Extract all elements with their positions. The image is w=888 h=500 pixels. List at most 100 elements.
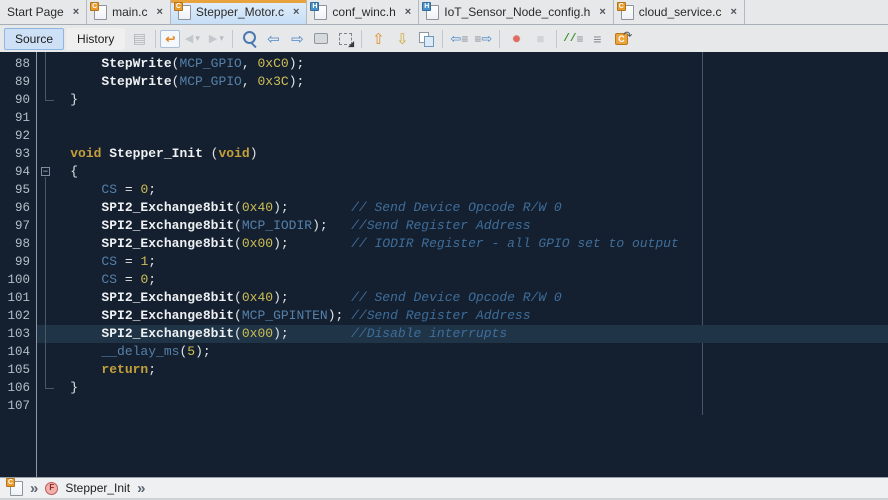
line-number[interactable]: 105 bbox=[0, 361, 36, 379]
code-line[interactable] bbox=[37, 127, 888, 145]
code-line[interactable] bbox=[37, 397, 888, 415]
code-line[interactable]: SPI2_Exchange8bit(0x00); //Disable inter… bbox=[37, 325, 888, 343]
next-bookmark-icon[interactable] bbox=[390, 28, 414, 50]
tab-start-page[interactable]: Start Page × bbox=[0, 0, 87, 24]
find-next-occurrence-icon[interactable] bbox=[285, 28, 309, 50]
c-file-icon: C bbox=[94, 5, 107, 20]
toolbar-separator bbox=[556, 30, 557, 48]
line-number[interactable]: 98 bbox=[0, 235, 36, 253]
chevron-right-icon: » bbox=[137, 481, 145, 496]
tab-cloud-service-c[interactable]: Ccloud_service.c × bbox=[614, 0, 745, 24]
line-number[interactable]: 103 bbox=[0, 325, 36, 343]
fold-corner-line-106 bbox=[45, 388, 54, 389]
start-macro-recording-icon[interactable] bbox=[504, 28, 528, 50]
line-number[interactable]: 106 bbox=[0, 379, 36, 397]
code-line[interactable]: SPI2_Exchange8bit(0x40); // Send Device … bbox=[37, 199, 888, 217]
close-icon[interactable]: × bbox=[731, 6, 737, 18]
line-number[interactable]: 94 bbox=[0, 163, 36, 181]
line-number[interactable]: 91 bbox=[0, 109, 36, 127]
code-line[interactable]: } bbox=[37, 91, 888, 109]
tab-main-c[interactable]: Cmain.c × bbox=[87, 0, 171, 24]
line-number[interactable]: 90 bbox=[0, 91, 36, 109]
file-type-badge: C bbox=[90, 2, 99, 11]
toolbar-separator bbox=[232, 30, 233, 48]
toggle-rectangular-selection-icon[interactable] bbox=[333, 28, 357, 50]
line-number[interactable]: 89 bbox=[0, 73, 36, 91]
tab-conf-winc-h[interactable]: Hconf_winc.h× bbox=[307, 0, 419, 24]
file-type-badge: C bbox=[6, 478, 15, 487]
code-line[interactable]: CS = 0; bbox=[37, 271, 888, 289]
code-area[interactable]: − StepWrite(MCP_GPIO, 0xC0); StepWrite(M… bbox=[37, 52, 888, 477]
tab-label: Stepper_Motor.c bbox=[196, 5, 284, 19]
file-type-badge: H bbox=[422, 2, 431, 11]
close-icon[interactable]: × bbox=[156, 6, 162, 18]
shift-line-right-icon[interactable] bbox=[471, 28, 495, 50]
h-file-icon: H bbox=[426, 5, 439, 20]
code-line[interactable]: SPI2_Exchange8bit(MCP_GPINTEN); //Send R… bbox=[37, 307, 888, 325]
code-line[interactable]: SPI2_Exchange8bit(0x00); // IODIR Regist… bbox=[37, 235, 888, 253]
close-icon[interactable]: × bbox=[599, 6, 605, 18]
close-icon[interactable]: × bbox=[405, 6, 411, 18]
breadcrumb-bar: C»FStepper_Init» bbox=[0, 477, 888, 500]
comment-icon[interactable] bbox=[561, 28, 585, 50]
line-number[interactable]: 104 bbox=[0, 343, 36, 361]
h-file-icon: H bbox=[314, 5, 327, 20]
line-number[interactable]: 97 bbox=[0, 217, 36, 235]
close-icon[interactable]: × bbox=[73, 6, 79, 18]
line-number[interactable]: 92 bbox=[0, 127, 36, 145]
toggle-source-header-icon[interactable] bbox=[609, 28, 633, 50]
code-line[interactable]: void Stepper_Init (void) bbox=[37, 145, 888, 163]
code-line[interactable]: SPI2_Exchange8bit(MCP_IODIR); //Send Reg… bbox=[37, 217, 888, 235]
breadcrumb-function-name[interactable]: Stepper_Init bbox=[65, 481, 130, 495]
find-selection-icon[interactable] bbox=[237, 28, 261, 50]
line-number-gutter[interactable]: 8889909192939495969798991001011021031041… bbox=[0, 52, 37, 477]
code-line[interactable]: SPI2_Exchange8bit(0x40); // Send Device … bbox=[37, 289, 888, 307]
code-line[interactable]: CS = 1; bbox=[37, 253, 888, 271]
tab-label: main.c bbox=[112, 5, 147, 19]
tab-stepper-motor-c[interactable]: C Stepper_Motor.c × bbox=[171, 0, 308, 24]
tab-iot-sensor-node-config-h[interactable]: HIoT_Sensor_Node_config.h× bbox=[419, 0, 614, 24]
code-line[interactable]: return; bbox=[37, 361, 888, 379]
tab-label: cloud_service.c bbox=[639, 5, 722, 19]
find-previous-occurrence-icon[interactable] bbox=[261, 28, 285, 50]
tab-bar: Start Page×Cmain.c×CStepper_Motor.c×Hcon… bbox=[0, 0, 888, 25]
history-view-button[interactable]: History bbox=[66, 28, 125, 50]
line-number[interactable]: 101 bbox=[0, 289, 36, 307]
toolbar-separator bbox=[499, 30, 500, 48]
line-number[interactable]: 88 bbox=[0, 55, 36, 73]
line-number[interactable]: 99 bbox=[0, 253, 36, 271]
line-number[interactable]: 93 bbox=[0, 145, 36, 163]
line-number[interactable]: 100 bbox=[0, 271, 36, 289]
source-view-button[interactable]: Source bbox=[4, 28, 64, 50]
line-number[interactable]: 102 bbox=[0, 307, 36, 325]
code-line[interactable]: { bbox=[37, 163, 888, 181]
code-line[interactable] bbox=[37, 109, 888, 127]
goto-related-icon[interactable] bbox=[414, 28, 438, 50]
clipboard-history-icon bbox=[127, 28, 151, 50]
toggle-highlight-search-icon[interactable] bbox=[309, 28, 333, 50]
code-line[interactable]: CS = 0; bbox=[37, 181, 888, 199]
code-line[interactable]: StepWrite(MCP_GPIO, 0xC0); bbox=[37, 55, 888, 73]
code-line[interactable]: StepWrite(MCP_GPIO, 0x3C); bbox=[37, 73, 888, 91]
shift-line-left-icon[interactable] bbox=[447, 28, 471, 50]
code-line[interactable]: } bbox=[37, 379, 888, 397]
code-editor[interactable]: 8889909192939495969798991001011021031041… bbox=[0, 52, 888, 477]
nav-back-icon bbox=[180, 28, 204, 50]
code-line[interactable]: __delay_ms(5); bbox=[37, 343, 888, 361]
line-number[interactable]: 107 bbox=[0, 397, 36, 415]
jump-last-edit-icon[interactable] bbox=[160, 30, 180, 48]
line-number[interactable]: 95 bbox=[0, 181, 36, 199]
fold-toggle-icon[interactable]: − bbox=[41, 167, 50, 176]
close-icon[interactable]: × bbox=[293, 6, 299, 18]
line-number[interactable]: 96 bbox=[0, 199, 36, 217]
ide-window: Start Page×Cmain.c×CStepper_Motor.c×Hcon… bbox=[0, 0, 888, 500]
stop-macro-recording-icon bbox=[528, 28, 552, 50]
c-file-icon: C bbox=[178, 5, 191, 20]
c-file-icon: C bbox=[621, 5, 634, 20]
nav-forward-icon bbox=[204, 28, 228, 50]
function-icon: F bbox=[45, 482, 58, 495]
previous-bookmark-icon[interactable] bbox=[366, 28, 390, 50]
fold-line-previous bbox=[45, 52, 46, 100]
uncomment-icon[interactable] bbox=[585, 28, 609, 50]
tab-label: Start Page bbox=[7, 5, 64, 19]
